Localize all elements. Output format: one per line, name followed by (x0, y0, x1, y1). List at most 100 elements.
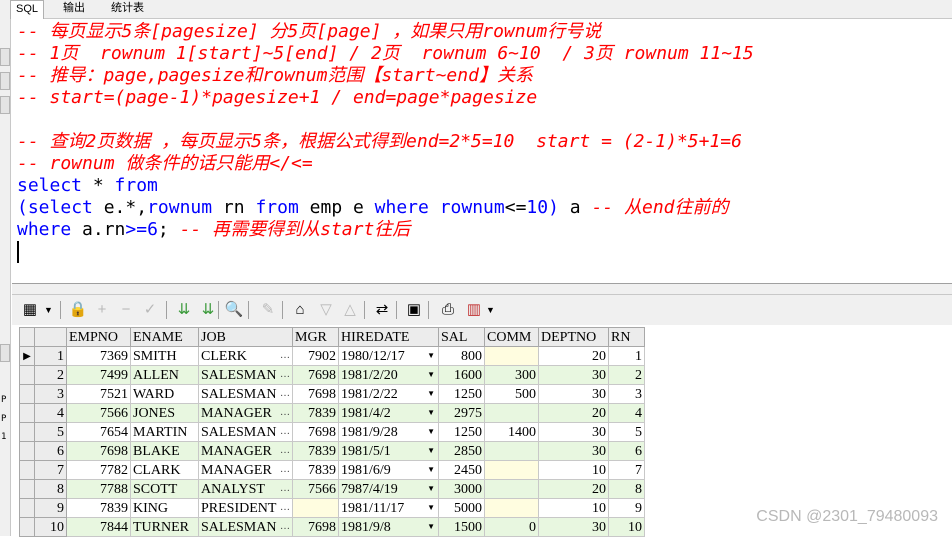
column-header-ename[interactable]: ENAME (130, 327, 199, 347)
table-row[interactable]: 6 7698 BLAKE MANAGER … 7839 1981/5/1 ▼ 2850 30 6 (19, 441, 645, 461)
cell-job[interactable]: CLERK… (198, 346, 293, 366)
connect-icon[interactable]: ⇄ (372, 300, 392, 320)
cell-empno[interactable]: 7499 (66, 365, 131, 385)
cell-rn[interactable]: 10 (608, 517, 645, 537)
cell-ename[interactable]: JONES (130, 403, 199, 423)
cell-comm[interactable]: 0 (484, 517, 539, 537)
cell-job[interactable]: MANAGER… (198, 460, 293, 480)
cell-comm[interactable] (484, 403, 539, 423)
cell-hiredate[interactable]: 1981/6/9 ▼ (338, 460, 439, 480)
chart-icon[interactable]: ▥ (464, 300, 484, 320)
cell-empno[interactable]: 7654 (66, 422, 131, 442)
cell-job[interactable]: MANAGER… (198, 441, 293, 461)
last-page-icon[interactable]: △ (340, 300, 360, 320)
table-row[interactable]: 7 7782 CLARK MANAGER … 7839 1981/6/9 ▼ 2450 10 7 (19, 460, 645, 480)
sql-editor[interactable]: -- 每页显示5条[pagesize] 分5页[page] ，如果只用rownu… (12, 20, 952, 284)
cell-editor-button[interactable]: … (280, 461, 290, 478)
cell-rn[interactable]: 4 (608, 403, 645, 423)
cell-empno[interactable]: 7369 (66, 346, 131, 366)
tab-sql[interactable]: SQL (10, 0, 45, 19)
cell-mgr[interactable]: 7839 (292, 441, 339, 461)
cell-sal[interactable]: 2850 (438, 441, 485, 461)
cell-comm[interactable] (484, 498, 539, 518)
cell-job[interactable]: SALESMAN… (198, 365, 293, 385)
next-page-icon[interactable]: ▽ (316, 300, 336, 320)
grid-view-dropdown-arrow[interactable]: ▼ (44, 300, 53, 320)
cell-comm[interactable]: 1400 (484, 422, 539, 442)
cell-rn[interactable]: 8 (608, 479, 645, 499)
cell-deptno[interactable]: 20 (538, 403, 609, 423)
cell-hiredate[interactable]: 1981/2/20 ▼ (338, 365, 439, 385)
cell-sal[interactable]: 1500 (438, 517, 485, 537)
cell-editor-button[interactable]: … (280, 423, 290, 440)
cell-ename[interactable]: BLAKE (130, 441, 199, 461)
cell-editor-button[interactable]: … (280, 366, 290, 383)
cell-sal[interactable]: 800 (438, 346, 485, 366)
cell-hiredate[interactable]: 1981/5/1 ▼ (338, 441, 439, 461)
cell-comm[interactable] (484, 441, 539, 461)
cell-job[interactable]: MANAGER… (198, 403, 293, 423)
cell-empno[interactable]: 7521 (66, 384, 131, 404)
cell-deptno[interactable]: 20 (538, 479, 609, 499)
cell-job[interactable]: SALESMAN… (198, 517, 293, 537)
grid-view-icon[interactable]: ▦ (20, 300, 40, 320)
cell-ename[interactable]: MARTIN (130, 422, 199, 442)
column-header-empno[interactable]: EMPNO (66, 327, 131, 347)
cell-hiredate[interactable]: 1981/4/2 ▼ (338, 403, 439, 423)
column-header-hiredate[interactable]: HIREDATE (338, 327, 439, 347)
cell-deptno[interactable]: 30 (538, 441, 609, 461)
date-dropdown-arrow[interactable]: ▼ (427, 480, 435, 497)
cell-sal[interactable]: 5000 (438, 498, 485, 518)
date-dropdown-arrow[interactable]: ▼ (427, 423, 435, 440)
cell-comm[interactable]: 300 (484, 365, 539, 385)
cell-ename[interactable]: TURNER (130, 517, 199, 537)
cell-editor-button[interactable]: … (280, 347, 290, 364)
cell-deptno[interactable]: 10 (538, 498, 609, 518)
cell-deptno[interactable]: 30 (538, 422, 609, 442)
cell-empno[interactable]: 7788 (66, 479, 131, 499)
table-row[interactable]: 2 7499 ALLEN SALESMAN… 7698 1981/2/20 ▼ 1600 300… (19, 365, 645, 385)
date-dropdown-arrow[interactable]: ▼ (427, 404, 435, 421)
column-header-rn[interactable]: RN (608, 327, 645, 347)
column-header-comm[interactable]: COMM (484, 327, 539, 347)
clear-icon[interactable]: ✎ (258, 300, 278, 320)
cell-empno[interactable]: 7844 (66, 517, 131, 537)
table-row[interactable]: ▶ 1 7369 SMITH CLERK … 7902 1980/12/17 ▼ 800 20 1 (19, 346, 645, 366)
date-dropdown-arrow[interactable]: ▼ (427, 347, 435, 364)
cell-sal[interactable]: 1250 (438, 384, 485, 404)
cell-ename[interactable]: CLARK (130, 460, 199, 480)
cell-comm[interactable] (484, 479, 539, 499)
cell-empno[interactable]: 7566 (66, 403, 131, 423)
cell-ename[interactable]: SCOTT (130, 479, 199, 499)
table-row[interactable]: 10 7844 TURNER SALESMAN… 7698 1981/9/8 ▼ 1500 0 3… (19, 517, 645, 537)
tab-statistics[interactable]: 统计表 (106, 0, 149, 17)
table-row[interactable]: 3 7521 WARD SALESMAN… 7698 1981/2/22 ▼ 1250 500 3… (19, 384, 645, 404)
cell-empno[interactable]: 7698 (66, 441, 131, 461)
cell-comm[interactable] (484, 346, 539, 366)
cell-deptno[interactable]: 10 (538, 460, 609, 480)
cell-sal[interactable]: 1250 (438, 422, 485, 442)
save-icon[interactable]: ▣ (404, 300, 424, 320)
cell-comm[interactable]: 500 (484, 384, 539, 404)
post-changes-icon[interactable]: ✓ (140, 300, 160, 320)
cell-mgr[interactable]: 7698 (292, 422, 339, 442)
tab-output[interactable]: 输出 (58, 0, 90, 17)
cell-sal[interactable]: 2975 (438, 403, 485, 423)
table-row[interactable]: 4 7566 JONES MANAGER … 7839 1981/4/2 ▼ 2975 20 4 (19, 403, 645, 423)
cell-rn[interactable]: 2 (608, 365, 645, 385)
cell-hiredate[interactable]: 7987/4/19 ▼ (338, 479, 439, 499)
cell-mgr[interactable]: 7839 (292, 403, 339, 423)
cell-job[interactable]: SALESMAN… (198, 422, 293, 442)
cell-hiredate[interactable]: 1981/11/17 ▼ (338, 498, 439, 518)
cell-editor-button[interactable]: … (280, 404, 290, 421)
table-row[interactable]: 9 7839 KING PRESIDENT… 1981/11/17 ▼ 5000 10 9 (19, 498, 645, 518)
cell-empno[interactable]: 7839 (66, 498, 131, 518)
cell-rn[interactable]: 3 (608, 384, 645, 404)
cell-job[interactable]: PRESIDENT… (198, 498, 293, 518)
cell-ename[interactable]: KING (130, 498, 199, 518)
cell-hiredate[interactable]: 1981/2/22 ▼ (338, 384, 439, 404)
cell-mgr[interactable]: 7902 (292, 346, 339, 366)
cell-editor-button[interactable]: … (280, 442, 290, 459)
column-header-job[interactable]: JOB (198, 327, 293, 347)
lock-icon[interactable]: 🔒 (68, 300, 88, 320)
